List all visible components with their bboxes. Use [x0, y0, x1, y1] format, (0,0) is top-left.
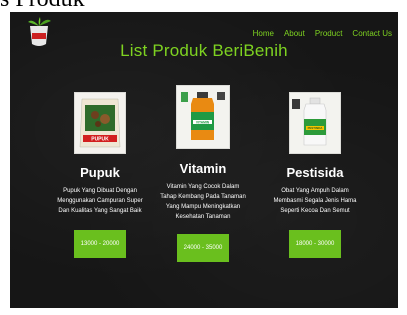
product-name: Vitamin — [179, 161, 227, 176]
package-label-vitamin: VITAMIN — [196, 120, 210, 124]
page-title: List Produk BeriBenih — [120, 41, 288, 60]
main-nav: Home About Product Contact Us — [253, 29, 392, 39]
product-name: Pestisida — [286, 165, 344, 180]
product-image-pupuk: PUPUK — [74, 92, 126, 154]
website-frame: Home About Product Contact Us List Produ… — [10, 12, 398, 308]
product-description: Vitamin Yang Cocok Dalam Tahap Kembang P… — [160, 184, 246, 220]
product-name: Pupuk — [80, 165, 120, 180]
price-button-vitamin[interactable]: 24000 - 35000 — [177, 234, 229, 262]
product-description: Obat Yang Ampuh Dalam Membasmi Segala Je… — [273, 188, 357, 214]
product-image-pestisida: PESTISIDA — [289, 92, 341, 154]
package-label-pestisida: PESTISIDA — [308, 126, 323, 130]
pesticide-bottle-icon: PESTISIDA — [290, 93, 340, 153]
product-card-vitamin: VITAMIN Vitamin Vitamin Yang Cocok Dalam… — [155, 85, 251, 262]
product-card-pupuk: PUPUK Pupuk Pupuk Yang Dibuat Dengan Men… — [52, 92, 148, 258]
nav-product-link[interactable]: Product — [315, 29, 343, 39]
nav-contact-link[interactable]: Contact Us — [352, 29, 392, 39]
nav-home-link[interactable]: Home — [253, 29, 274, 39]
product-card-pestisida: PESTISIDA Pestisida Obat Yang Ampuh Dala… — [267, 92, 363, 258]
page-caption: s Produk — [0, 0, 407, 10]
price-button-pupuk[interactable]: 13000 - 20000 — [74, 230, 126, 258]
fertilizer-bag-icon: PUPUK — [75, 93, 125, 153]
package-label-pupuk: PUPUK — [91, 137, 109, 143]
nav-about-link[interactable]: About — [284, 29, 305, 39]
product-image-vitamin: VITAMIN — [176, 85, 230, 149]
product-description: Pupuk Yang Dibuat Dengan Menggunakan Cam… — [57, 188, 143, 214]
vitamin-bottle-icon: VITAMIN — [177, 86, 229, 148]
price-button-pestisida[interactable]: 18000 - 30000 — [289, 230, 341, 258]
